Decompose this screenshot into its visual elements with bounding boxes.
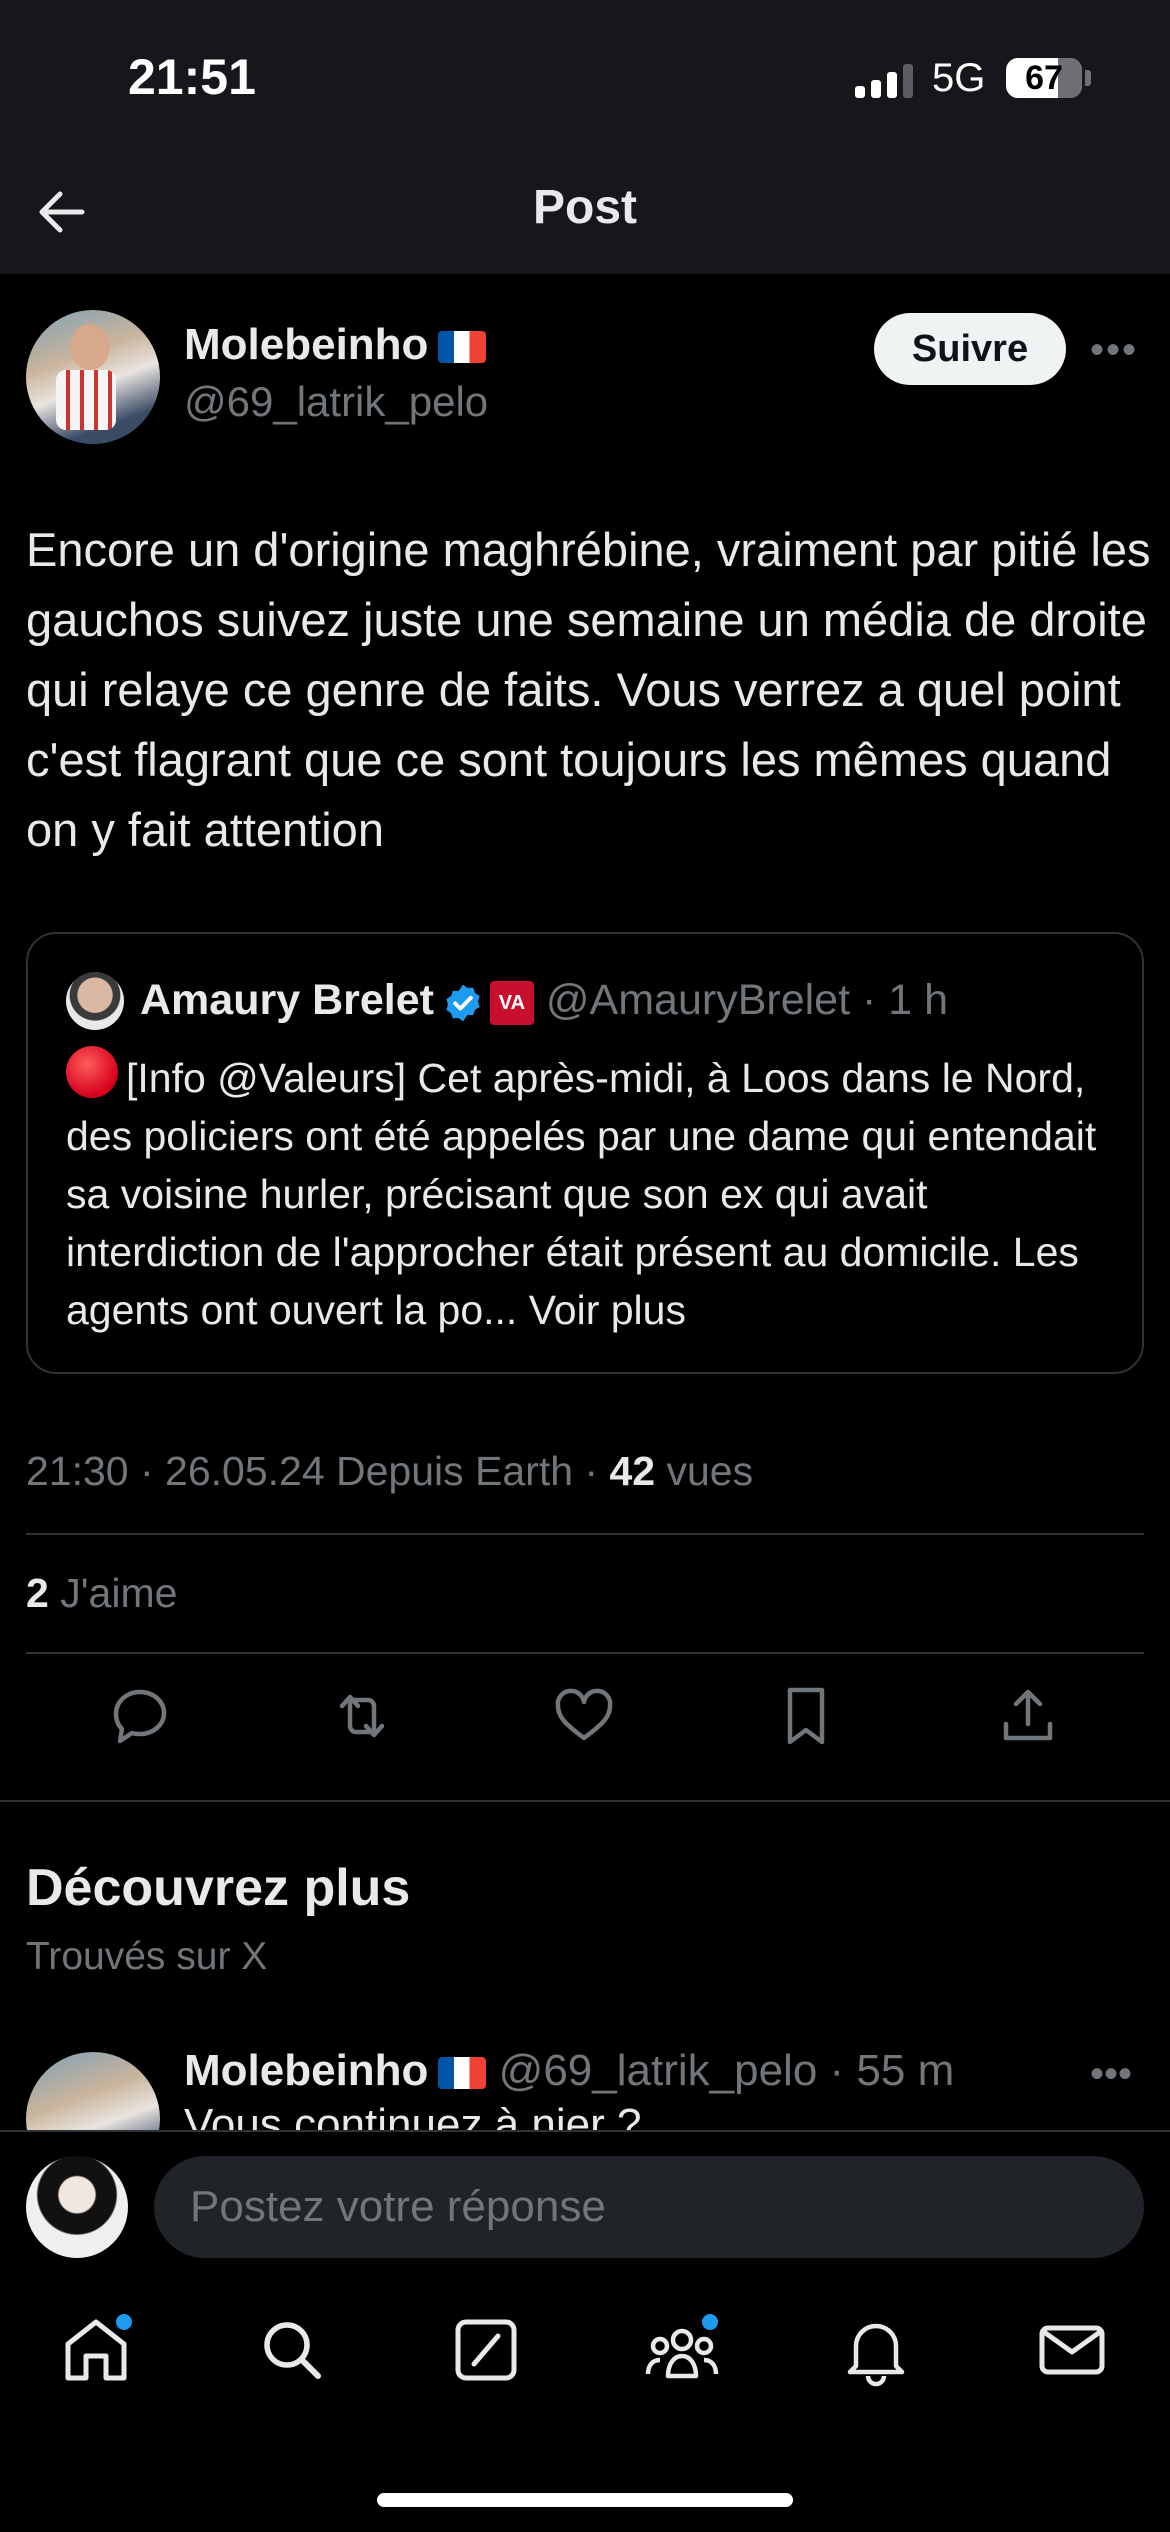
- affiliation-badge: VA: [489, 980, 534, 1025]
- battery-icon: 67: [1006, 58, 1082, 98]
- see-more-link[interactable]: Voir plus: [529, 1287, 686, 1333]
- home-notification-dot: [116, 2314, 132, 2330]
- current-user-avatar[interactable]: [26, 2156, 128, 2258]
- likes-count: 2: [26, 1570, 49, 1616]
- quote-header: Amaury Brelet VA @AmauryBrelet · 1 h: [140, 976, 948, 1025]
- grok-icon: [455, 2319, 517, 2381]
- discover-title: Découvrez plus: [26, 1859, 411, 1917]
- home-indicator[interactable]: [377, 2493, 793, 2507]
- quote-handle-time: @AmauryBrelet · 1 h: [545, 976, 949, 1024]
- network-type: 5G: [932, 56, 986, 100]
- next-post-more-icon[interactable]: •••: [1090, 2052, 1140, 2097]
- notifications-icon: [847, 2323, 905, 2387]
- search-icon: [264, 2322, 321, 2379]
- views-count: 42: [609, 1448, 656, 1494]
- author-name-text: Molebeinho: [184, 320, 429, 369]
- retweet-icon: [339, 1694, 385, 1738]
- next-post-author: Molebeinho: [184, 2046, 429, 2095]
- views-label: vues: [655, 1448, 754, 1494]
- post-meta: 21:30 · 26.05.24 Depuis Earth · 42 vues: [26, 1448, 753, 1495]
- share-icon: [1003, 1689, 1053, 1741]
- discover-subtitle: Trouvés sur X: [26, 1935, 268, 1978]
- follow-button[interactable]: Suivre: [874, 313, 1066, 385]
- next-post-meta: @69_latrik_pelo · 55 m: [498, 2046, 955, 2095]
- action-bar: [0, 1680, 1170, 1760]
- reply-icon: [113, 1689, 167, 1744]
- reply-button[interactable]: [104, 1680, 176, 1752]
- communities-notification-dot: [702, 2314, 718, 2330]
- quote-author-avatar: [66, 972, 124, 1030]
- tab-search[interactable]: [252, 2310, 332, 2390]
- post-timestamp: 21:30 · 26.05.24 Depuis Earth ·: [26, 1448, 610, 1494]
- author-handle[interactable]: @69_latrik_pelo: [184, 378, 488, 426]
- next-post-text[interactable]: Vous continuez à nier ?: [184, 2100, 641, 2130]
- bookmark-button[interactable]: [770, 1680, 842, 1752]
- tab-messages[interactable]: [1032, 2310, 1112, 2390]
- author-name[interactable]: Molebeinho: [184, 320, 487, 370]
- like-icon: [555, 1688, 613, 1741]
- likes-label: J'aime: [48, 1570, 178, 1616]
- quote-author-name: Amaury Brelet: [140, 976, 434, 1024]
- messages-icon: [1039, 2325, 1105, 2375]
- tab-home[interactable]: [56, 2310, 136, 2390]
- top-nav: Post: [0, 150, 1170, 274]
- divider: [26, 1533, 1144, 1535]
- next-post-header[interactable]: Molebeinho @69_latrik_pelo · 55 m: [184, 2046, 954, 2096]
- post-text: Encore un d'origine maghrébine, vraiment…: [26, 523, 1151, 856]
- reply-input[interactable]: [154, 2156, 1144, 2258]
- page-title: Post: [532, 181, 637, 234]
- tab-notifications[interactable]: [836, 2310, 916, 2390]
- battery-tip: [1085, 70, 1091, 86]
- verified-badge-icon: [446, 984, 480, 1022]
- author-avatar[interactable]: [26, 310, 160, 444]
- status-bar: 21:51 5G 67: [0, 0, 1170, 150]
- bookmark-icon: [787, 1687, 825, 1745]
- quote-text-block: [Info @Valeurs] Cet après-midi, à Loos d…: [66, 1046, 1126, 1339]
- share-button[interactable]: [992, 1680, 1064, 1752]
- france-flag-icon: [438, 2057, 487, 2090]
- divider: [26, 1652, 1144, 1654]
- reply-bar: [0, 2130, 1170, 2280]
- section-divider: [0, 1800, 1170, 1802]
- battery-level: 67: [1025, 59, 1063, 97]
- signal-strength-icon: [855, 62, 915, 98]
- more-options-icon[interactable]: •••: [1090, 330, 1140, 370]
- tab-communities[interactable]: [642, 2310, 722, 2390]
- like-button[interactable]: [548, 1680, 620, 1752]
- quoted-post[interactable]: Amaury Brelet VA @AmauryBrelet · 1 h [Inf…: [26, 932, 1144, 1374]
- red-circle-icon: [66, 1046, 118, 1098]
- france-flag-icon: [438, 331, 487, 364]
- repost-button[interactable]: [326, 1680, 398, 1752]
- tab-grok[interactable]: [446, 2310, 526, 2390]
- status-time: 21:51: [128, 49, 256, 105]
- likes-summary[interactable]: 2 J'aime: [26, 1570, 177, 1617]
